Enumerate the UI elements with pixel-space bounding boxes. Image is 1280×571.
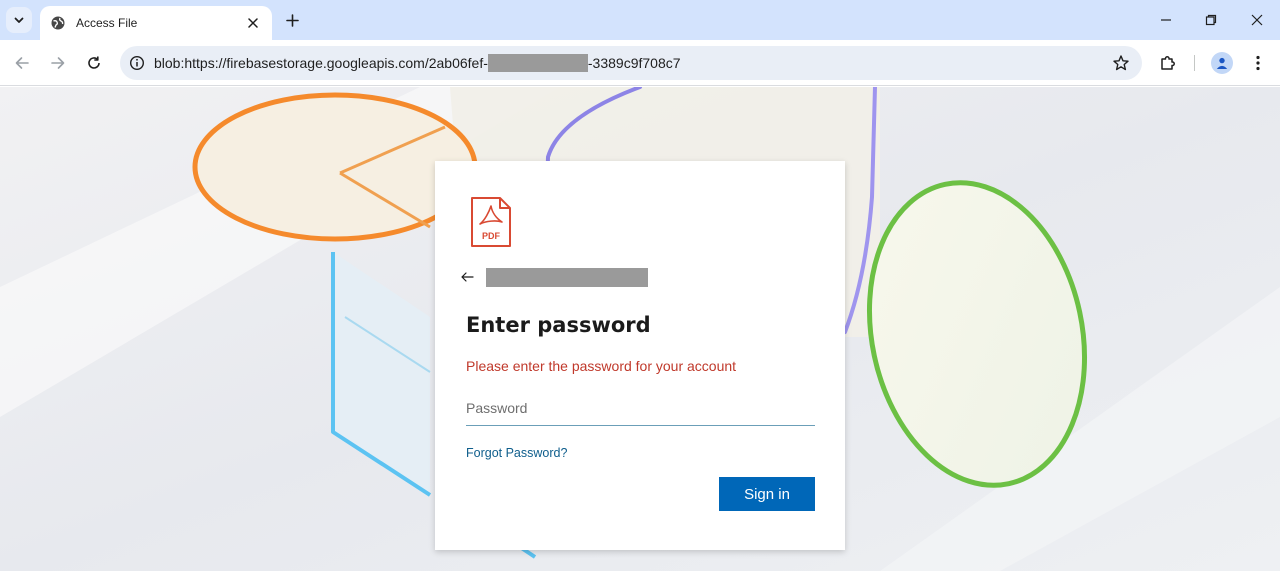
close-icon [1251, 14, 1263, 26]
pdf-badge-label: PDF [482, 231, 501, 241]
bookmark-button[interactable] [1112, 54, 1130, 72]
info-icon [129, 55, 145, 71]
browser-tabstrip: Access File [0, 0, 1280, 40]
globe-icon [50, 15, 66, 31]
reload-icon [88, 56, 100, 69]
arrow-right-icon [51, 57, 65, 69]
browser-toolbar: blob:https://firebasestorage.googleapis.… [0, 40, 1280, 86]
back-button[interactable] [8, 49, 36, 77]
url-redaction [487, 54, 588, 72]
close-window-button[interactable] [1241, 6, 1273, 34]
account-row [460, 267, 648, 287]
sign-in-button[interactable]: Sign in [719, 477, 815, 511]
url-suffix: -3389c9f708c7 [587, 55, 681, 71]
star-icon [1113, 55, 1129, 71]
profile-button[interactable] [1208, 49, 1236, 77]
kebab-menu-icon [1256, 55, 1260, 71]
tab-title: Access File [76, 16, 138, 30]
restore-icon [1205, 14, 1217, 26]
url-text: blob:https://firebasestorage.googleapis.… [154, 54, 681, 72]
new-tab-button[interactable] [280, 8, 304, 32]
password-input[interactable] [466, 390, 815, 426]
page-title: Enter password [466, 313, 651, 337]
plus-icon [285, 13, 299, 27]
puzzle-icon [1161, 56, 1175, 70]
forgot-password-link[interactable]: Forgot Password? [466, 446, 567, 460]
error-message: Please enter the password for your accou… [466, 358, 737, 374]
tab-search-button[interactable] [6, 7, 32, 33]
toolbar-separator [1194, 55, 1195, 71]
browser-tab-active[interactable]: Access File [40, 6, 272, 40]
arrow-left-icon[interactable] [460, 270, 474, 284]
arrow-left-icon [15, 57, 29, 69]
close-icon [248, 18, 258, 28]
tab-close-button[interactable] [244, 14, 262, 32]
person-icon [1211, 52, 1233, 74]
reload-button[interactable] [80, 49, 108, 77]
extensions-button[interactable] [1154, 49, 1182, 77]
site-info-button[interactable] [120, 46, 154, 80]
minimize-button[interactable] [1150, 6, 1182, 34]
minimize-icon [1161, 19, 1171, 21]
url-prefix: blob:https://firebasestorage.googleapis.… [154, 55, 488, 71]
restore-button[interactable] [1195, 6, 1227, 34]
address-bar[interactable]: blob:https://firebasestorage.googleapis.… [120, 46, 1142, 80]
chevron-down-icon [14, 17, 24, 23]
account-email-redaction [486, 267, 648, 287]
pdf-file-icon: PDF [471, 197, 511, 247]
page-viewport: PDF Enter password Please enter the pass… [0, 87, 1280, 571]
browser-menu-button[interactable] [1244, 49, 1272, 77]
forward-button[interactable] [44, 49, 72, 77]
login-card: PDF Enter password Please enter the pass… [435, 161, 845, 550]
